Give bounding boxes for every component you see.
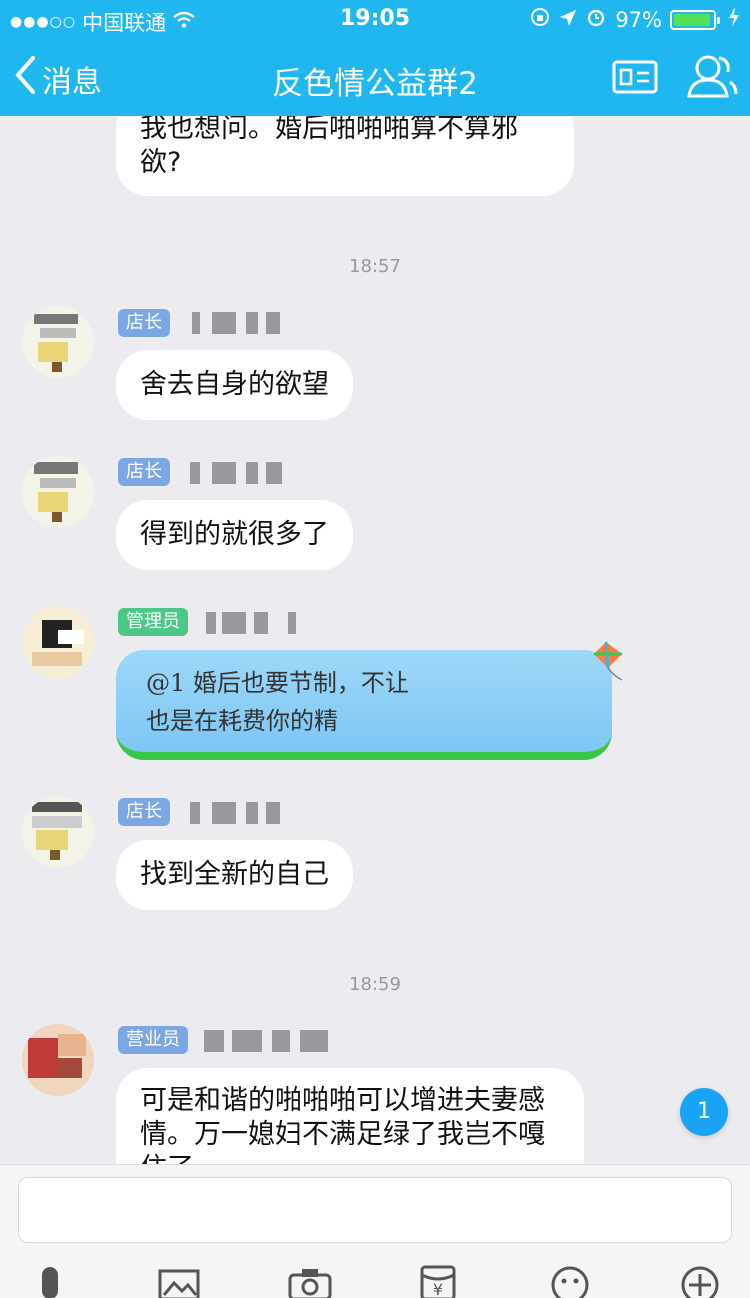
more-button[interactable]: [680, 1265, 720, 1298]
group-card-icon: [612, 60, 658, 98]
role-badge: 店长: [118, 309, 170, 337]
message-bubble[interactable]: 舍去自身的欲望: [116, 350, 353, 420]
emoji-button[interactable]: [550, 1265, 590, 1298]
message-text: 找到全新的自己: [140, 859, 329, 890]
image-button[interactable]: [158, 1265, 200, 1298]
nav-bar: 消息 反色情公益群2: [0, 38, 750, 116]
avatar[interactable]: [22, 1024, 94, 1096]
message-text: 可是和谐的啪啪啪可以增进夫妻感: [140, 1085, 545, 1116]
unread-count-badge[interactable]: 1: [680, 1088, 728, 1136]
voice-button[interactable]: [32, 1265, 68, 1298]
message-text: 舍去自身的欲望: [140, 369, 329, 400]
input-bar: ¥: [0, 1164, 750, 1298]
role-badge: 店长: [118, 798, 170, 826]
svg-text:¥: ¥: [433, 1280, 443, 1298]
top-bar: ●●●○○ 中国联通 19:05 97% 消息 反色情公益群2: [0, 0, 750, 116]
plus-icon: [680, 1266, 720, 1298]
role-badge: 管理员: [118, 608, 188, 636]
message-bubble[interactable]: 可是和谐的啪啪啪可以增进夫妻感 情。万一媳妇不满足绿了我岂不嘎 住了: [116, 1068, 584, 1164]
message-text: @1 婚后也要节制，不让: [146, 669, 409, 697]
timestamp: 18:57: [349, 256, 401, 277]
red-packet-button[interactable]: ¥: [420, 1265, 456, 1298]
avatar[interactable]: [22, 306, 94, 378]
image-icon: [158, 1269, 200, 1298]
nickname-blurred: [200, 1030, 332, 1054]
message-bubble[interactable]: 找到全新的自己: [116, 840, 353, 910]
message-text: 欲?: [140, 147, 182, 178]
battery-icon: [670, 9, 720, 30]
chat-area[interactable]: 我也想问。婚后啪啪啪算不算邪 欲? 18:57 店长 舍去自身的欲望 店长 得到…: [0, 116, 750, 1164]
avatar[interactable]: [22, 606, 94, 678]
nickname-blurred: [182, 462, 292, 486]
timestamp: 18:59: [349, 974, 401, 995]
avatar[interactable]: [22, 456, 94, 528]
message-text: 住了: [140, 1152, 560, 1164]
group-card-button[interactable]: [612, 60, 658, 98]
message-text: 我也想问。婚后啪啪啪算不算邪: [140, 116, 518, 144]
role-badge: 营业员: [118, 1026, 188, 1054]
camera-icon: [288, 1269, 332, 1298]
message-input[interactable]: [18, 1177, 732, 1243]
nickname-blurred: [182, 312, 292, 336]
status-bar: ●●●○○ 中国联通 19:05 97%: [0, 0, 750, 38]
message-text: 情。万一媳妇不满足绿了我岂不嘎: [140, 1119, 545, 1150]
battery-percent: 97%: [615, 7, 662, 32]
members-icon: [686, 55, 738, 104]
message-text: 也是在耗费你的精: [146, 707, 338, 735]
message-bubble[interactable]: 得到的就很多了: [116, 500, 353, 570]
special-message-bubble[interactable]: @1 婚后也要节制，不让 也是在耗费你的精: [116, 650, 612, 760]
role-badge: 店长: [118, 458, 170, 486]
camera-button[interactable]: [288, 1265, 332, 1298]
alarm-icon: [585, 6, 607, 33]
kite-icon: [588, 640, 628, 688]
mic-icon: [32, 1267, 68, 1298]
emoji-icon: [550, 1266, 590, 1298]
location-icon: [559, 8, 577, 32]
lock-rotation-icon: [529, 6, 551, 33]
nickname-blurred: [182, 802, 292, 826]
message-text: 得到的就很多了: [140, 519, 329, 550]
nickname-blurred: [200, 612, 300, 636]
charging-icon: [728, 7, 740, 32]
avatar[interactable]: [22, 796, 94, 868]
members-button[interactable]: [686, 52, 738, 104]
status-right: 97%: [529, 6, 740, 33]
red-packet-icon: ¥: [420, 1265, 456, 1298]
message-bubble[interactable]: 我也想问。婚后啪啪啪算不算邪 欲?: [116, 116, 574, 196]
